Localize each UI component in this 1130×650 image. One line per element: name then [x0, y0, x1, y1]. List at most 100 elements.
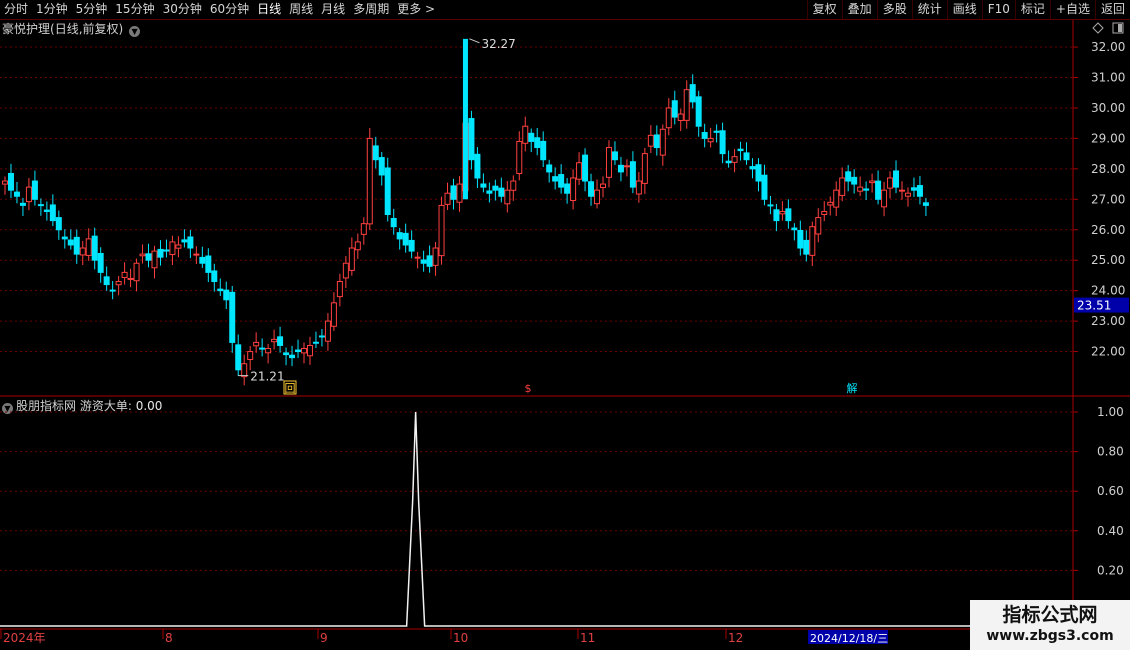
candle-body	[731, 156, 738, 163]
y-tick-label: 29.00	[1091, 131, 1125, 145]
y-tick-label: 30.00	[1091, 101, 1125, 115]
candle-body	[611, 151, 618, 161]
y-tick-label: 32.00	[1091, 40, 1125, 54]
right-button-group: 复权 叠加 多股 统计 画线 F10 标记 +自选 返回	[806, 0, 1130, 19]
candle-body	[851, 176, 858, 185]
candle-body	[875, 180, 882, 200]
toolbar-button-5[interactable]: F10	[981, 0, 1015, 19]
candle-body	[43, 209, 50, 212]
candle-body	[49, 204, 56, 222]
candle-body	[295, 349, 302, 353]
candle-body	[426, 255, 433, 267]
candle-body	[600, 183, 606, 189]
toolbar-button-6[interactable]: 标记	[1014, 0, 1050, 19]
candle-body	[37, 204, 44, 207]
candle-body	[576, 162, 583, 180]
candle-body	[151, 250, 158, 269]
candle-body	[904, 192, 911, 197]
candle-body	[456, 183, 463, 203]
period-tab-1[interactable]: 1分钟	[32, 0, 72, 19]
candle-body	[492, 185, 499, 191]
low-label: 21.21	[250, 370, 284, 384]
candle-body	[414, 256, 421, 259]
candle-body	[169, 241, 176, 256]
candle-body	[253, 341, 260, 347]
event-marker: 解	[847, 381, 858, 395]
toolbar-button-8[interactable]: 返回	[1094, 0, 1130, 19]
x-axis-label: 10	[453, 631, 468, 645]
candle-body	[235, 344, 242, 371]
period-tab-6[interactable]: 日线	[253, 0, 285, 19]
period-tab-7[interactable]: 周线	[285, 0, 317, 19]
candle-body	[570, 177, 577, 202]
candle-body	[641, 153, 648, 184]
candle-body	[516, 140, 523, 174]
candle-body	[145, 253, 152, 261]
toolbar-button-4[interactable]: 画线	[946, 0, 982, 19]
candle-body	[157, 248, 164, 258]
candle-body	[133, 262, 140, 282]
candle-body	[737, 148, 744, 152]
candle-body	[330, 302, 337, 327]
candle-body	[582, 154, 589, 182]
period-tab-9[interactable]: 多周期	[349, 0, 393, 19]
candle-body	[558, 174, 565, 188]
candle-body	[438, 204, 445, 257]
candle-body	[528, 132, 535, 142]
candle-body	[402, 232, 409, 246]
candle-body	[713, 130, 720, 133]
period-toolbar: 分时 1分钟 5分钟 15分钟 30分钟 60分钟 日线 周线 月线 多周期 更多 > 复权 叠加 多股统…	[0, 0, 1130, 20]
candle-body	[67, 239, 74, 246]
toolbar-button-7[interactable]: +自选	[1049, 0, 1095, 19]
candle-body	[677, 113, 684, 121]
candle-body	[719, 130, 726, 155]
candle-body	[259, 347, 266, 350]
candle-body	[468, 118, 475, 161]
candle-body	[187, 236, 194, 249]
y-tick-label: 27.00	[1091, 192, 1125, 206]
candle-body	[289, 354, 296, 359]
x-axis-label: 11	[580, 631, 595, 645]
candle-body	[893, 170, 900, 188]
candle-body	[916, 185, 923, 197]
candle-body	[767, 204, 774, 207]
candle-body	[564, 183, 571, 194]
candle-body	[486, 190, 493, 194]
toolbar-button-0[interactable]: 复权	[806, 0, 842, 19]
candle-body	[139, 253, 146, 257]
period-tab-8[interactable]: 月线	[317, 0, 349, 19]
candle-body	[13, 191, 20, 197]
candle-body	[707, 137, 714, 143]
candle-body	[629, 161, 636, 188]
candle-body	[318, 335, 325, 338]
candle-body	[336, 281, 343, 298]
candle-body	[647, 134, 654, 147]
candle-body	[743, 152, 750, 161]
candle-body	[910, 187, 917, 191]
event-marker: $	[525, 382, 532, 395]
candle-body	[396, 232, 403, 240]
period-tab-0[interactable]: 分时	[0, 0, 32, 19]
candle-body	[899, 189, 905, 192]
period-tab-10[interactable]: 更多 >	[393, 0, 439, 19]
candle-body	[594, 189, 601, 205]
toolbar-button-3[interactable]: 统计	[911, 0, 947, 19]
period-tab-5[interactable]: 60分钟	[206, 0, 253, 19]
toolbar-button-1[interactable]: 叠加	[841, 0, 877, 19]
candle-body	[217, 288, 224, 292]
high-label: 32.27	[481, 37, 515, 51]
candle-body	[749, 166, 756, 170]
period-tab-2[interactable]: 5分钟	[72, 0, 112, 19]
candle-body	[498, 187, 505, 197]
candle-body	[115, 281, 122, 286]
chart-area[interactable]: 32.00 31.00 30.00 29.00 28.00 27.00 26.00 25.00…	[0, 20, 1130, 650]
x-axis-label: 2024年	[3, 631, 46, 645]
period-tab-3[interactable]: 15分钟	[111, 0, 158, 19]
candle-body	[121, 271, 128, 278]
candle-body	[605, 147, 612, 178]
period-tab-4[interactable]: 30分钟	[159, 0, 206, 19]
toolbar-button-2[interactable]: 多股	[876, 0, 912, 19]
candle-body	[683, 89, 690, 121]
candle-body	[277, 336, 284, 346]
candle-body	[725, 160, 732, 164]
